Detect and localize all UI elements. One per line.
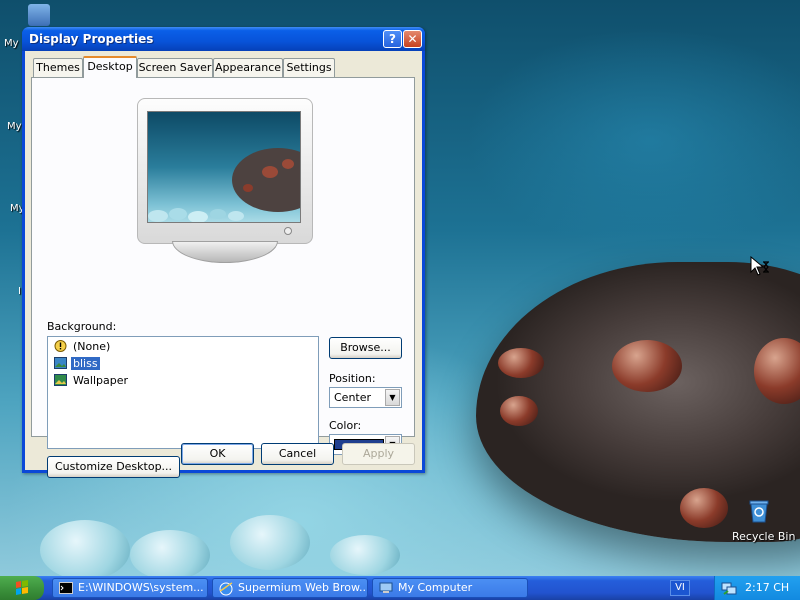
list-item-label: bliss	[71, 357, 100, 370]
wallpaper-drop	[498, 348, 544, 378]
position-dropdown[interactable]: Center ▼	[329, 387, 402, 408]
wallpaper-pebble	[230, 515, 310, 570]
tab-desktop[interactable]: Desktop	[83, 56, 137, 78]
computer-icon	[379, 582, 393, 594]
windows-logo-icon	[16, 580, 28, 595]
customize-desktop-button[interactable]: Customize Desktop...	[47, 456, 180, 478]
cancel-button[interactable]: Cancel	[261, 443, 334, 465]
help-button[interactable]: ?	[383, 30, 402, 48]
task-label: Supermium Web Brow...	[238, 581, 368, 594]
wallpaper-pebble	[40, 520, 130, 576]
wallpaper-drop	[500, 396, 538, 426]
desktop-tab-panel: Background: (None) bliss Wallpaper Brows…	[31, 77, 415, 478]
position-value: Center	[334, 391, 372, 404]
apply-button[interactable]: Apply	[342, 443, 415, 465]
dialog-client-area: Themes Desktop Screen Saver Appearance S…	[25, 51, 422, 478]
background-label: Background:	[47, 320, 117, 333]
wallpaper-pebble	[130, 530, 210, 576]
tab-settings[interactable]: Settings	[283, 58, 335, 77]
start-button[interactable]	[0, 576, 44, 600]
desktop-icon-label[interactable]: I	[18, 286, 21, 297]
clock[interactable]: 2:17 CH	[745, 581, 789, 594]
taskbar-item-browser[interactable]: Supermium Web Brow...	[212, 578, 368, 598]
none-icon	[54, 340, 67, 352]
desktop-icon-label[interactable]: My	[4, 38, 19, 49]
language-indicator[interactable]: VI	[670, 580, 690, 596]
task-label: E:\WINDOWS\system...	[78, 581, 204, 594]
desktop-icon-label[interactable]: My	[7, 121, 22, 132]
power-led	[284, 227, 292, 235]
network-icon[interactable]	[721, 580, 737, 596]
busy-cursor-icon	[750, 255, 772, 278]
taskbar-item-cmd[interactable]: E:\WINDOWS\system...	[52, 578, 208, 598]
wallpaper-pebble	[330, 535, 400, 575]
color-label: Color:	[329, 419, 362, 432]
window-title: Display Properties	[29, 32, 154, 46]
taskbar-item-my-computer[interactable]: My Computer	[372, 578, 528, 598]
tab-screen-saver[interactable]: Screen Saver	[137, 58, 213, 77]
ok-button[interactable]: OK	[181, 443, 254, 465]
title-bar[interactable]: Display Properties ? ✕	[22, 27, 425, 51]
system-tray: 2:17 CH	[714, 576, 800, 600]
cmd-icon	[59, 582, 73, 594]
position-label: Position:	[329, 372, 376, 385]
taskbar: E:\WINDOWS\system... Supermium Web Brow.…	[0, 576, 800, 600]
close-button[interactable]: ✕	[403, 30, 422, 48]
image-icon	[54, 374, 67, 386]
recycle-bin-label[interactable]: Recycle Bin	[732, 530, 795, 543]
background-listbox[interactable]: (None) bliss Wallpaper	[47, 336, 319, 449]
list-item-label: (None)	[73, 340, 111, 353]
task-label: My Computer	[398, 581, 473, 594]
my-documents-icon[interactable]	[28, 4, 50, 26]
monitor-stand	[172, 241, 278, 263]
wallpaper-drop	[680, 488, 728, 528]
wallpaper-preview	[147, 111, 301, 223]
browse-button[interactable]: Browse...	[329, 337, 402, 359]
image-icon	[54, 357, 67, 369]
wallpaper-drop	[612, 340, 682, 392]
browser-icon	[219, 582, 233, 596]
chevron-down-icon[interactable]: ▼	[385, 389, 400, 406]
display-properties-window: Display Properties ? ✕ Themes Desktop Sc…	[22, 27, 425, 478]
recycle-bin-icon[interactable]	[746, 498, 772, 524]
tab-appearance[interactable]: Appearance	[213, 58, 283, 77]
tab-themes[interactable]: Themes	[33, 58, 83, 77]
list-item-label: Wallpaper	[73, 374, 129, 387]
monitor-preview	[137, 98, 313, 244]
